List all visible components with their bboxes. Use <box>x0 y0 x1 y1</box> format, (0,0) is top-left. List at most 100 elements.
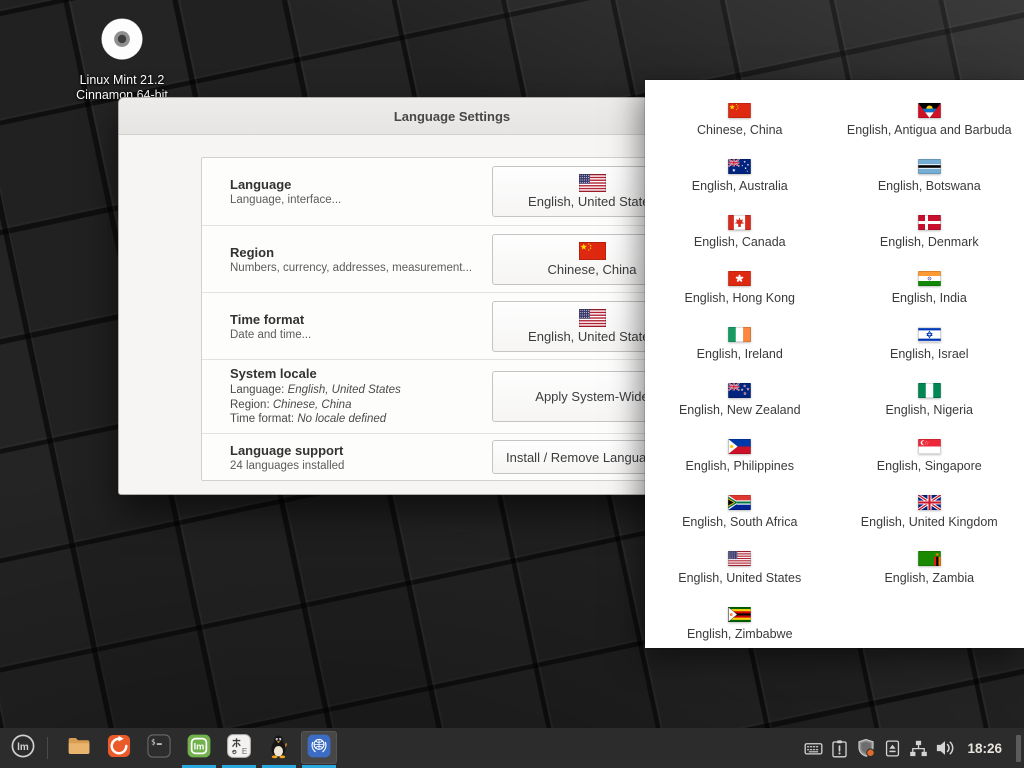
keyboard-layout-icon[interactable] <box>804 739 823 758</box>
network-icon[interactable] <box>909 739 928 758</box>
language-menu-item-label: English, Hong Kong <box>685 291 796 305</box>
time-format-row-subtitle: Date and time... <box>230 329 492 341</box>
language-menu-item-label: English, Canada <box>694 235 786 249</box>
language-row: Language Language, interface... English,… <box>202 158 706 225</box>
zm-flag-icon <box>918 551 941 566</box>
language-menu-item-label: English, Denmark <box>880 235 979 249</box>
time-format-select-button-label: English, United States <box>528 329 656 344</box>
language-menu-item-label: English, United States <box>678 571 801 585</box>
language-menu-item-label: English, Philippines <box>686 459 794 473</box>
system-reports-icon[interactable] <box>830 739 849 758</box>
nz-flag-icon <box>728 383 751 398</box>
folder-icon <box>66 733 92 764</box>
language-support-row: Language support 24 languages installed … <box>202 433 706 480</box>
language-menu-item[interactable]: English, Philippines <box>645 428 835 484</box>
language-menu-item[interactable]: English, Ireland <box>645 316 835 372</box>
language-menu-item[interactable]: English, Canada <box>645 204 835 260</box>
language-menu-item-label: English, Nigeria <box>885 403 973 417</box>
language-menu-item[interactable]: English, New Zealand <box>645 372 835 428</box>
firefox-icon <box>106 733 132 764</box>
region-select-button-label: Chinese, China <box>548 262 637 277</box>
sg-flag-icon <box>918 439 941 454</box>
volume-icon[interactable] <box>935 738 955 758</box>
language-menu-item[interactable]: English, United Kingdom <box>835 484 1024 540</box>
us-flag-icon <box>579 309 606 327</box>
desktop-icon-linux-mint-cd[interactable]: Linux Mint 21.2 Cinnamon 64-bit <box>52 14 192 103</box>
removable-drive-eject-icon[interactable] <box>883 739 902 758</box>
language-menu-item-label: English, Botswana <box>878 179 981 193</box>
language-menu-item[interactable]: English, Antigua and Barbuda <box>835 92 1024 148</box>
language-menu-item-label: English, Ireland <box>697 347 783 361</box>
language-menu-item-label: English, South Africa <box>682 515 797 529</box>
taskbar-clock[interactable]: 18:26 <box>967 741 1002 756</box>
ag-flag-icon <box>918 103 941 118</box>
system-locale-language-line: Language: English, United States <box>230 383 492 398</box>
language-row-subtitle: Language, interface... <box>230 194 492 206</box>
window-button-input-method[interactable]: E <box>219 728 259 768</box>
au-flag-icon <box>728 159 751 174</box>
system-locale-timeformat-line: Time format: No locale defined <box>230 412 492 427</box>
region-row: Region Numbers, currency, addresses, mea… <box>202 225 706 292</box>
software-manager-icon: lm <box>186 733 212 764</box>
launcher-files[interactable] <box>59 728 99 768</box>
taskbar-separator <box>47 737 48 759</box>
bw-flag-icon <box>918 159 941 174</box>
input-method-icon: E <box>226 733 252 764</box>
settings-card: Language Language, interface... English,… <box>201 157 707 481</box>
hk-flag-icon <box>728 271 751 286</box>
svg-text:E: E <box>242 747 248 756</box>
terminal-icon: $ <box>146 733 172 764</box>
language-menu-item[interactable]: English, Botswana <box>835 148 1024 204</box>
ph-flag-icon <box>728 439 751 454</box>
language-menu-item[interactable]: English, India <box>835 260 1024 316</box>
language-menu-item[interactable]: English, Denmark <box>835 204 1024 260</box>
dk-flag-icon <box>918 215 941 230</box>
update-manager-shield-icon[interactable] <box>856 738 876 758</box>
language-menu-item[interactable]: English, Australia <box>645 148 835 204</box>
system-locale-region-line: Region: Chinese, China <box>230 398 492 413</box>
language-menu-item[interactable]: English, Nigeria <box>835 372 1024 428</box>
window-button-tux-app[interactable] <box>259 728 299 768</box>
language-menu-item[interactable]: English, Israel <box>835 316 1024 372</box>
window-button-software-manager[interactable]: lm <box>179 728 219 768</box>
language-menu-item[interactable]: English, Hong Kong <box>645 260 835 316</box>
language-menu-item[interactable]: English, United States <box>645 540 835 596</box>
language-menu-item-label: English, Antigua and Barbuda <box>847 123 1012 137</box>
language-menu-item-label: English, United Kingdom <box>861 515 998 529</box>
time-format-row: Time format Date and time... English, Un… <box>202 292 706 359</box>
language-menu-item-label: English, Zimbabwe <box>687 627 793 641</box>
show-desktop-strip[interactable] <box>1016 735 1021 762</box>
language-row-title: Language <box>230 177 492 192</box>
svg-text:lm: lm <box>194 741 205 751</box>
language-menu-item[interactable]: English, Zimbabwe <box>645 596 835 648</box>
language-menu-item-label: Chinese, China <box>697 123 782 137</box>
language-menu-item-label: English, Australia <box>692 179 788 193</box>
system-locale-row-title: System locale <box>230 366 492 381</box>
mint-logo-icon: lm <box>10 733 36 764</box>
window-button-language-settings[interactable] <box>299 728 339 768</box>
launcher-firefox[interactable] <box>99 728 139 768</box>
language-menu-item[interactable]: English, Singapore <box>835 428 1024 484</box>
svg-text:$: $ <box>151 737 156 746</box>
zw-flag-icon <box>728 607 751 622</box>
language-menu-item-label: English, India <box>892 291 967 305</box>
language-menu-item[interactable]: English, Zambia <box>835 540 1024 596</box>
system-locale-row: System locale Language: English, United … <box>202 359 706 433</box>
region-row-title: Region <box>230 245 492 260</box>
launcher-terminal[interactable]: $ <box>139 728 179 768</box>
ie-flag-icon <box>728 327 751 342</box>
language-support-row-title: Language support <box>230 443 492 458</box>
us-flag-icon <box>728 551 751 566</box>
mint-menu-button[interactable]: lm <box>0 728 46 768</box>
language-selection-menu: Chinese, China English, Antigua and Barb… <box>645 80 1024 648</box>
language-menu-item[interactable]: English, South Africa <box>645 484 835 540</box>
za-flag-icon <box>728 495 751 510</box>
language-menu-item[interactable]: Chinese, China <box>645 92 835 148</box>
svg-text:lm: lm <box>17 741 29 752</box>
gb-flag-icon <box>918 495 941 510</box>
system-tray: 18:26 <box>804 735 1024 762</box>
language-menu-item-label: English, New Zealand <box>679 403 801 417</box>
ng-flag-icon <box>918 383 941 398</box>
il-flag-icon <box>918 327 941 342</box>
time-format-row-title: Time format <box>230 312 492 327</box>
